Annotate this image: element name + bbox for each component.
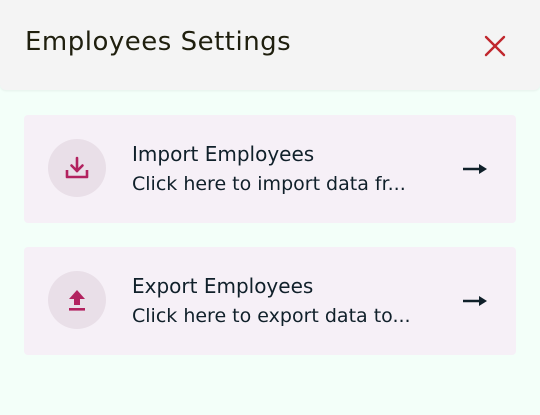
employees-settings-panel: Employees Settings Import Employees Clic… <box>0 0 540 415</box>
upload-icon <box>69 290 85 311</box>
close-icon <box>484 35 506 57</box>
card-description: Click here to import data fr... <box>132 173 406 195</box>
close-button[interactable] <box>480 31 510 61</box>
arrow-right-icon <box>463 164 487 174</box>
export-employees-card[interactable]: Export Employees Click here to export da… <box>24 247 516 355</box>
export-arrow <box>460 291 490 311</box>
card-title: Export Employees <box>132 274 314 298</box>
panel-header: Employees Settings <box>0 0 540 90</box>
import-arrow <box>460 159 490 179</box>
import-employees-card[interactable]: Import Employees Click here to import da… <box>24 115 516 223</box>
download-icon <box>65 156 89 179</box>
export-icon-circle <box>48 271 106 329</box>
card-title: Import Employees <box>132 142 315 166</box>
import-icon-circle <box>48 139 106 197</box>
page-title: Employees Settings <box>25 27 292 57</box>
card-description: Click here to export data to... <box>132 305 411 327</box>
arrow-right-icon <box>463 296 487 306</box>
